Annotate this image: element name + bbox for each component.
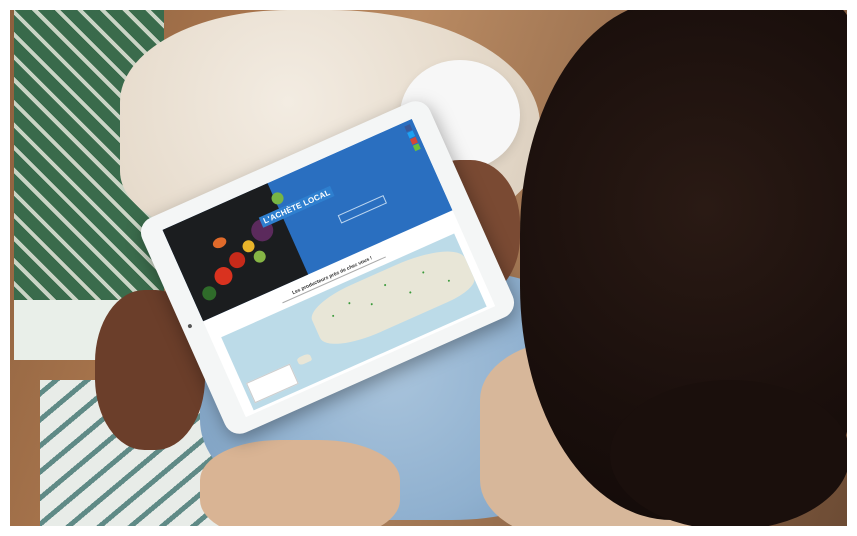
photo-border (0, 0, 857, 536)
photo-scene: L'ACHÈTE LOCAL Les producteurs près de c… (0, 0, 857, 536)
